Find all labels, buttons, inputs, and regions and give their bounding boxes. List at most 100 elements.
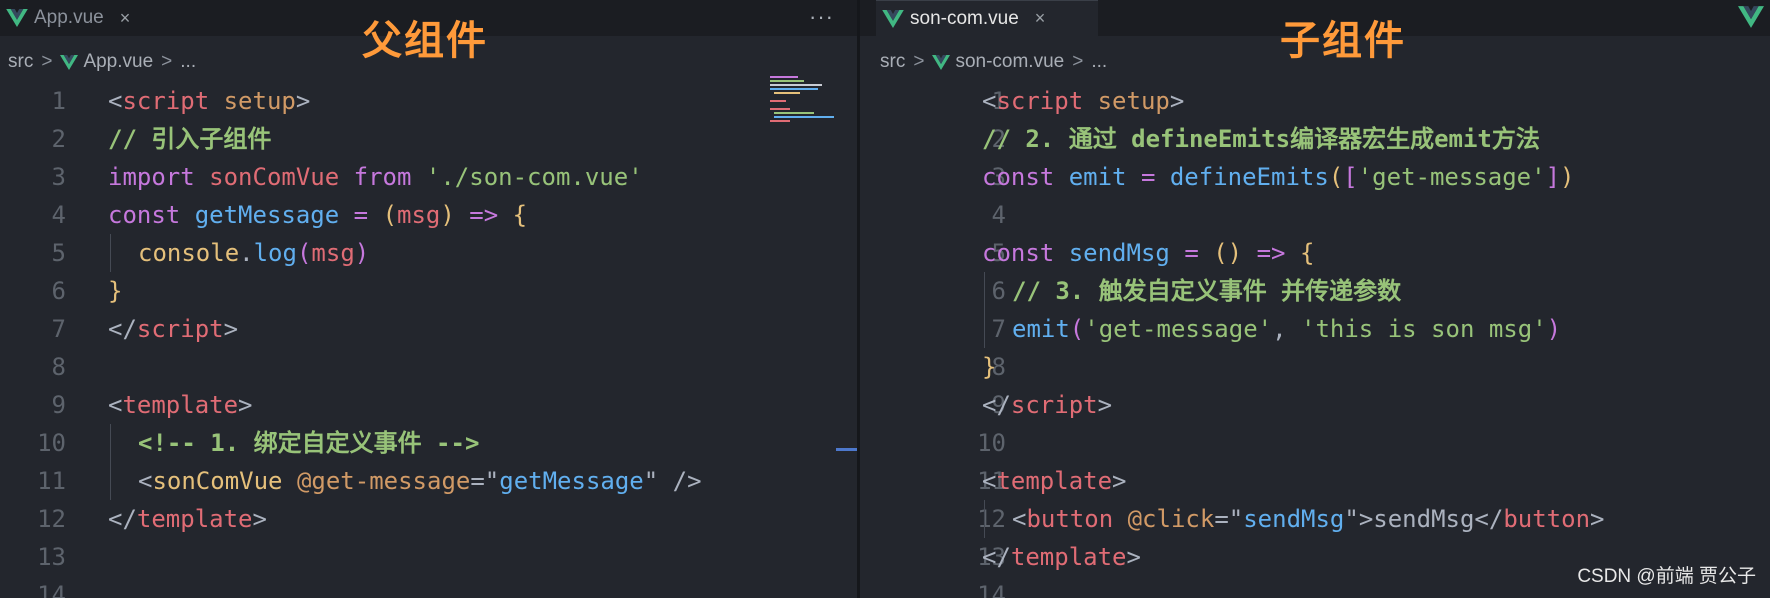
code-token: @get-message — [296, 467, 471, 495]
tab-son-com-vue[interactable]: son-com.vue × — [876, 0, 1098, 36]
close-icon[interactable]: × — [120, 8, 131, 29]
code-line[interactable]: 9 </script> — [860, 386, 1770, 424]
editor-pane-right: son-com.vue × src > son-com.vue > ... 子组… — [860, 0, 1770, 598]
code-line[interactable]: 13 — [0, 538, 858, 576]
code-line[interactable]: 3 import sonComVue from './son-com.vue' — [0, 158, 858, 196]
code-line[interactable]: 7 </script> — [0, 310, 858, 348]
code-token: </ — [982, 391, 1011, 419]
breadcrumb-file[interactable]: App.vue — [83, 51, 153, 73]
code-token: , — [1272, 315, 1301, 343]
code-token: > — [238, 391, 253, 419]
code-line[interactable]: 12 <button @click="sendMsg">sendMsg</butt… — [860, 500, 1770, 538]
code-token: emit — [1012, 315, 1070, 343]
code-token: } — [108, 277, 123, 305]
code-line[interactable]: 4 — [860, 196, 1770, 234]
tab-label: son-com.vue — [910, 7, 1019, 29]
code-token: ) — [354, 239, 370, 267]
code-text: <sonComVue @get-message="getMessage" /> — [138, 462, 702, 500]
code-text: import sonComVue from './son-com.vue' — [108, 158, 643, 196]
code-token: > — [295, 87, 311, 115]
code-line[interactable]: 6// 3. 触发自定义事件 并传递参数 — [860, 272, 1770, 310]
code-line[interactable]: 8 — [0, 348, 858, 386]
code-token: template — [1010, 543, 1127, 571]
chevron-right-icon: > — [41, 51, 53, 72]
code-token: { — [512, 201, 528, 229]
code-line[interactable]: 2 // 引入子组件 — [0, 120, 858, 158]
code-token: [ — [1343, 163, 1358, 191]
code-line[interactable]: 14 — [0, 576, 858, 598]
line-number: 10 — [977, 429, 1006, 457]
code-token: // 2. 通过 defineEmits编译器宏生成emit方法 — [982, 125, 1540, 153]
code-token: 'get-message' — [1357, 163, 1546, 191]
code-text: <!-- 1. 绑定自定义事件 --> — [138, 424, 479, 462]
code-token: " /> — [643, 467, 702, 495]
code-line[interactable]: 1 <script setup> — [0, 82, 858, 120]
breadcrumb-src[interactable]: src — [880, 51, 905, 73]
code-token: = — [353, 201, 369, 229]
code-token: button — [1026, 505, 1114, 533]
breadcrumb-src[interactable]: src — [8, 51, 33, 73]
indent-guide — [110, 234, 111, 272]
code-text: const sendMsg = () => { — [982, 234, 1314, 272]
code-token: ( — [296, 239, 312, 267]
breadcrumb-file[interactable]: son-com.vue — [955, 51, 1064, 73]
code-line[interactable]: 12 </template> — [0, 500, 858, 538]
breadcrumb-symbol[interactable]: ... — [180, 51, 196, 73]
code-token: () — [1213, 239, 1243, 267]
code-line[interactable]: 5 const sendMsg = () => { — [860, 234, 1770, 272]
code-line[interactable]: 3 const emit = defineEmits(['get-message'… — [860, 158, 1770, 196]
line-number: 6 — [51, 277, 66, 305]
code-line[interactable]: 10 — [860, 424, 1770, 462]
code-token: 'get-message' — [1084, 315, 1273, 343]
code-token: setup — [1097, 87, 1170, 115]
code-line[interactable]: 2// 2. 通过 defineEmits编译器宏生成emit方法 — [860, 120, 1770, 158]
code-text: const getMessage = (msg) => { — [108, 196, 527, 234]
code-token: // 3. 触发自定义事件 并传递参数 — [1012, 277, 1402, 305]
code-token: ( — [1328, 163, 1344, 191]
code-line[interactable]: 10 <!-- 1. 绑定自定义事件 --> — [0, 424, 858, 462]
code-line[interactable]: 9 <template> — [0, 386, 858, 424]
code-token: defineEmits — [1169, 163, 1329, 191]
code-token: sendMsg — [1243, 505, 1345, 533]
more-actions-icon[interactable]: ··· — [809, 4, 834, 30]
indent-guide — [984, 310, 985, 348]
code-text: } — [982, 348, 996, 386]
breadcrumb-symbol[interactable]: ... — [1091, 51, 1107, 73]
code-line[interactable]: 5 console.log(msg) — [0, 234, 858, 272]
close-icon[interactable]: × — [1035, 8, 1046, 29]
tab-app-vue[interactable]: App.vue × — [0, 0, 150, 36]
code-editor[interactable]: 1 <script setup> 2// 引入子组件 3 import sonComVu… — [0, 82, 858, 598]
code-editor[interactable]: 1 <script setup> 2// 2. 通过 defineEmits编译器宏… — [860, 82, 1770, 598]
code-token: => — [469, 201, 499, 229]
code-line[interactable]: 6} — [0, 272, 858, 310]
code-text: </script> — [982, 386, 1112, 424]
code-line[interactable]: 8} — [860, 348, 1770, 386]
code-line[interactable]: 11 <template> — [860, 462, 1770, 500]
code-text: } — [108, 272, 122, 310]
code-token: setup — [223, 87, 296, 115]
code-token: ">sendMsg</ — [1344, 505, 1504, 533]
line-number: 9 — [51, 391, 66, 419]
code-token: // 引入子组件 — [108, 125, 272, 153]
code-line[interactable]: 1 <script setup> — [860, 82, 1770, 120]
code-token: ) — [1546, 315, 1562, 343]
code-line[interactable]: 11 <sonComVue @get-message="getMessage" /… — [0, 462, 858, 500]
minimap[interactable] — [770, 76, 834, 136]
code-token: console — [138, 239, 240, 267]
scrollbar-position-marker[interactable] — [836, 448, 858, 451]
code-line[interactable]: 7 emit('get-message', 'this is son msg') — [860, 310, 1770, 348]
editor-pane-left: App.vue × ··· src > App.vue > ... 父组件 1 <… — [0, 0, 858, 598]
code-token: msg — [397, 201, 441, 229]
code-line[interactable]: 4 const getMessage = (msg) => { — [0, 196, 858, 234]
code-text: <template> — [108, 386, 253, 424]
line-number: 1 — [51, 87, 66, 115]
line-number: 12 — [977, 505, 1006, 533]
code-token: <!-- 1. 绑定自定义事件 --> — [138, 429, 480, 457]
